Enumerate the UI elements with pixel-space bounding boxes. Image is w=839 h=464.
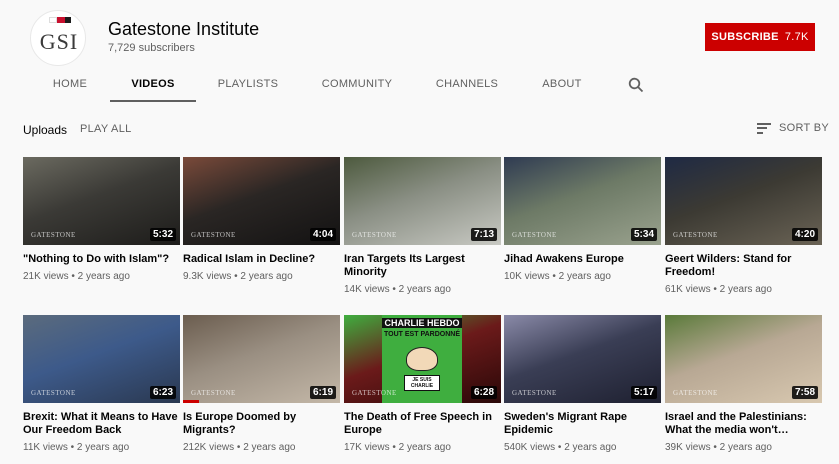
watch-progress-bar (183, 400, 199, 403)
video-meta: 17K views • 2 years ago (344, 442, 451, 453)
video-thumbnail[interactable]: GATESTONE 6:23 (23, 315, 180, 403)
video-thumbnail[interactable]: GATESTONE 7:13 (344, 157, 501, 245)
channel-name: Gatestone Institute (108, 19, 260, 39)
channel-logo-text: GSI (39, 29, 79, 54)
duration-badge: 7:58 (791, 386, 818, 399)
duration-badge: 4:20 (791, 228, 818, 241)
video-title[interactable]: Jihad Awakens Europe (504, 253, 661, 266)
subscriber-count: 7,729 subscribers (108, 42, 195, 54)
duration-badge: 5:32 (149, 228, 176, 241)
video-meta: 11K views • 2 years ago (23, 442, 130, 453)
video-title[interactable]: Iran Targets Its Largest Minority (344, 253, 501, 279)
video-card[interactable]: GATESTONE 4:04 Radical Islam in Decline? 9.… (183, 157, 340, 282)
video-title[interactable]: Is Europe Doomed by Migrants? (183, 411, 340, 437)
duration-badge: 5:17 (630, 386, 657, 399)
duration-badge: 4:04 (309, 228, 336, 241)
video-title[interactable]: "Nothing to Do with Islam"? (23, 253, 180, 266)
video-card[interactable]: GATESTONE 7:58 Israel and the Palestinians… (665, 315, 822, 453)
video-title[interactable]: The Death of Free Speech in Europe (344, 411, 501, 437)
video-card[interactable]: CHARLIE HEBDO TOUT EST PARDONNÉ JE SUIS CH… (344, 315, 501, 453)
subscribe-label: SUBSCRIBE (711, 31, 779, 43)
thumbnail-watermark: GATESTONE (352, 389, 397, 397)
video-card[interactable]: GATESTONE 5:32 "Nothing to Do with Islam"?… (23, 157, 180, 282)
cover-illustration (406, 347, 438, 371)
thumbnail-watermark: GATESTONE (512, 231, 557, 239)
video-thumbnail[interactable]: GATESTONE 4:04 (183, 157, 340, 245)
video-thumbnail[interactable]: CHARLIE HEBDO TOUT EST PARDONNÉ JE SUIS CH… (344, 315, 501, 403)
video-card[interactable]: GATESTONE 5:34 Jihad Awakens Europe 10K vie… (504, 157, 661, 282)
videos-section: Uploads PLAY ALL SORT BY GATESTONE 5:32 "N… (0, 104, 839, 464)
section-title: Uploads (23, 123, 68, 137)
channel-header: GSI Gatestone Institute 7,729 subscriber… (0, 0, 839, 104)
subscribe-count: 7.7K (784, 31, 809, 43)
duration-badge: 5:34 (630, 228, 657, 241)
duration-badge: 6:28 (470, 386, 497, 399)
video-meta: 14K views • 2 years ago (344, 284, 451, 295)
duration-badge: 6:19 (309, 386, 336, 399)
thumbnail-watermark: GATESTONE (31, 231, 76, 239)
subscribe-button[interactable]: SUBSCRIBE 7.7K (705, 23, 815, 51)
tab-about[interactable]: ABOUT (532, 66, 592, 102)
thumbnail-watermark: GATESTONE (191, 389, 236, 397)
cover-headline: TOUT EST PARDONNÉ (384, 331, 460, 338)
video-meta: 212K views • 2 years ago (183, 442, 296, 453)
thumbnail-watermark: GATESTONE (191, 231, 236, 239)
video-thumbnail[interactable]: GATESTONE 4:20 (665, 157, 822, 245)
video-thumbnail[interactable]: GATESTONE 5:17 (504, 315, 661, 403)
video-thumbnail[interactable]: GATESTONE 5:34 (504, 157, 661, 245)
video-meta: 540K views • 2 years ago (504, 442, 617, 453)
video-meta: 10K views • 2 years ago (504, 271, 611, 282)
thumbnail-watermark: GATESTONE (512, 389, 557, 397)
video-card[interactable]: GATESTONE 4:20 Geert Wilders: Stand for Fr… (665, 157, 822, 295)
video-title[interactable]: Radical Islam in Decline? (183, 253, 340, 266)
video-title[interactable]: Brexit: What it Means to Have Our Freedo… (23, 411, 180, 437)
video-thumbnail[interactable]: GATESTONE 7:58 (665, 315, 822, 403)
video-meta: 21K views • 2 years ago (23, 271, 130, 282)
video-meta: 39K views • 2 years ago (665, 442, 772, 453)
sort-by-label: SORT BY (779, 122, 829, 134)
video-card[interactable]: GATESTONE 6:19 Is Europe Doomed by Migrant… (183, 315, 340, 453)
tab-community[interactable]: COMMUNITY (310, 66, 404, 102)
duration-badge: 7:13 (470, 228, 497, 241)
flag-icon (49, 17, 71, 23)
thumbnail-watermark: GATESTONE (352, 231, 397, 239)
thumbnail-watermark: GATESTONE (673, 389, 718, 397)
video-card[interactable]: GATESTONE 7:13 Iran Targets Its Largest Mi… (344, 157, 501, 295)
play-all-button[interactable]: PLAY ALL (80, 123, 132, 135)
video-thumbnail[interactable]: GATESTONE 6:19 (183, 315, 340, 403)
video-title[interactable]: Geert Wilders: Stand for Freedom! (665, 253, 822, 279)
video-card[interactable]: GATESTONE 5:17 Sweden's Migrant Rape Epide… (504, 315, 661, 453)
video-meta: 61K views • 2 years ago (665, 284, 772, 295)
video-meta: 9.3K views • 2 years ago (183, 271, 293, 282)
tab-videos[interactable]: VIDEOS (110, 66, 196, 102)
thumbnail-watermark: GATESTONE (31, 389, 76, 397)
search-icon[interactable] (628, 77, 644, 93)
thumbnail-watermark: GATESTONE (673, 231, 718, 239)
video-card[interactable]: GATESTONE 6:23 Brexit: What it Means to Ha… (23, 315, 180, 453)
cover-masthead: CHARLIE HEBDO (382, 318, 462, 328)
tab-channels[interactable]: CHANNELS (428, 66, 506, 102)
tab-home[interactable]: HOME (40, 66, 100, 102)
video-thumbnail[interactable]: GATESTONE 5:32 (23, 157, 180, 245)
tab-playlists[interactable]: PLAYLISTS (208, 66, 288, 102)
sort-by-button[interactable]: SORT BY (757, 122, 829, 134)
channel-tabs: HOME VIDEOS PLAYLISTS COMMUNITY CHANNELS… (0, 66, 839, 102)
duration-badge: 6:23 (149, 386, 176, 399)
sort-icon (757, 122, 771, 134)
cover-sign: JE SUIS CHARLIE (404, 375, 440, 391)
channel-avatar[interactable]: GSI (30, 10, 86, 66)
video-title[interactable]: Sweden's Migrant Rape Epidemic (504, 411, 661, 437)
video-title[interactable]: Israel and the Palestinians: What the me… (665, 411, 822, 437)
